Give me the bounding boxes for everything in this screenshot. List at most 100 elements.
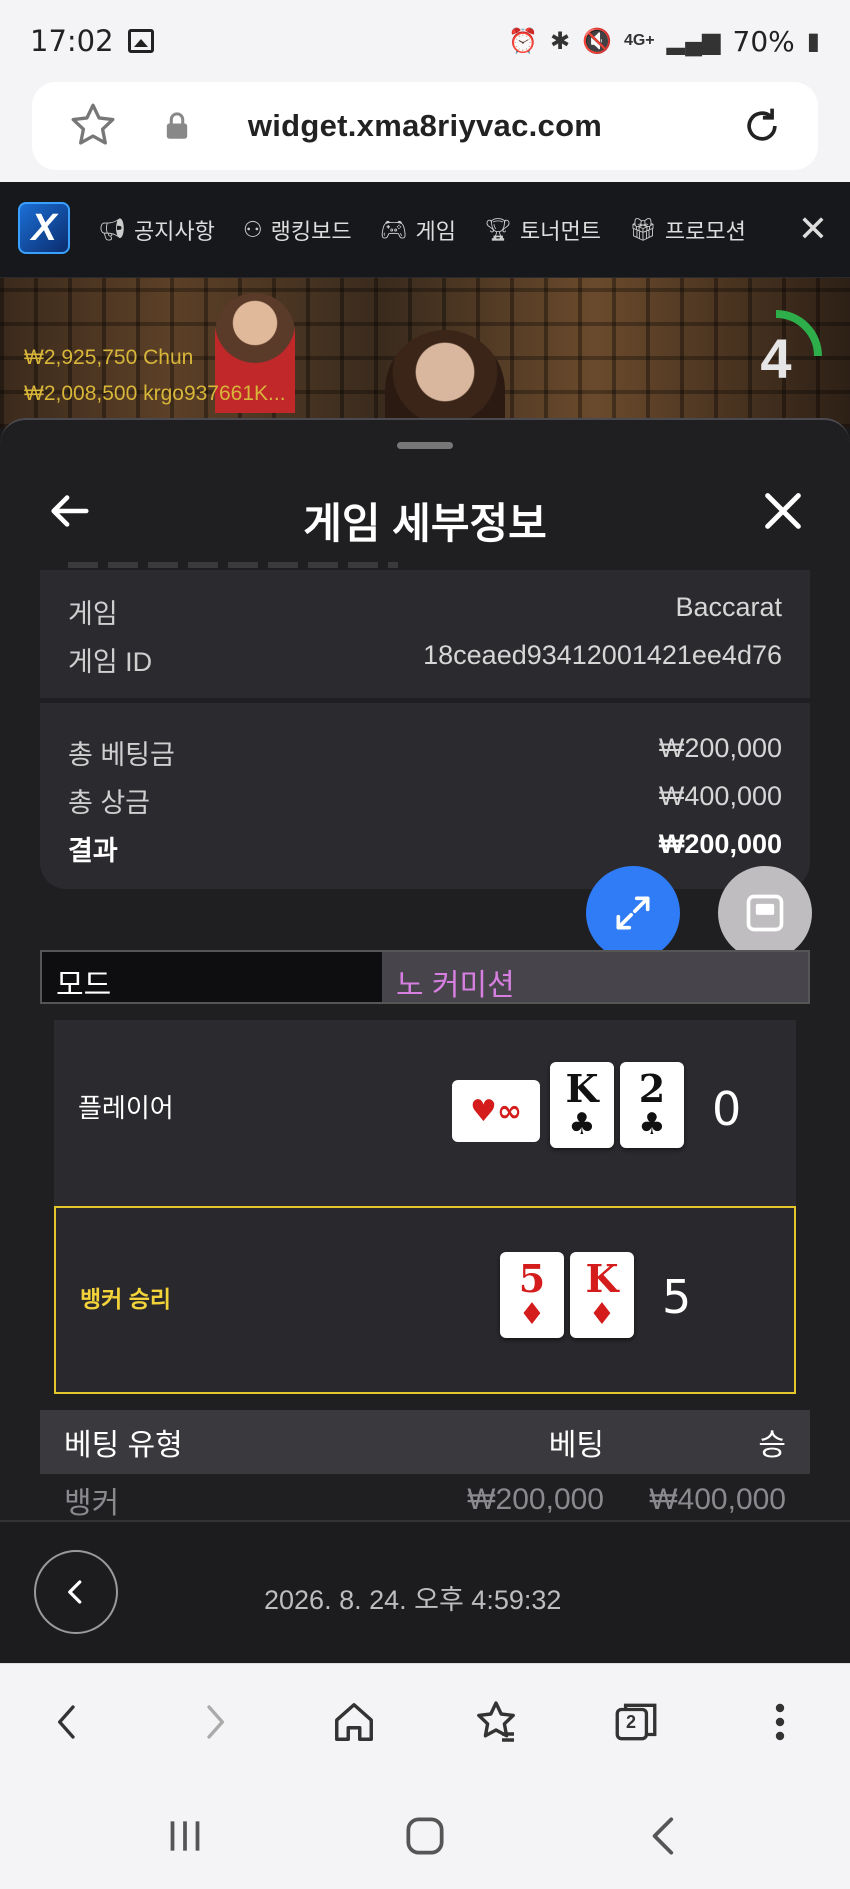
close-icon[interactable]: [760, 488, 806, 534]
pip-icon: [746, 894, 784, 932]
nav-item-label: 프로모션: [664, 219, 746, 244]
sheet-title: 게임 세부정보: [303, 500, 547, 547]
chevron-left-icon: [58, 1705, 75, 1739]
gamepad-icon: 🎮︎: [379, 217, 408, 242]
browser-home-button[interactable]: [326, 1694, 382, 1750]
mute-icon: 🔇: [582, 27, 612, 55]
card-rank: K: [565, 1066, 599, 1111]
more-vertical-icon: [775, 1703, 785, 1741]
game-details-sheet: 게임 세부정보 게임 Baccarat 게임 ID 18ceaed9341200…: [0, 418, 850, 1663]
info-label: 게임 ID: [68, 647, 153, 677]
nav-item-games[interactable]: 🎮︎ 게임: [380, 214, 456, 246]
gift-icon: 🎁︎: [628, 217, 657, 242]
summary-row-total-bet: 총 베팅금 ₩200,000: [68, 733, 782, 772]
nav-item-notice[interactable]: 📢︎ 공지사항: [98, 214, 215, 246]
battery-level: 70%: [732, 24, 795, 58]
card-rank: 2: [638, 1066, 666, 1111]
home-icon: [335, 1703, 373, 1741]
browser-forward-button[interactable]: [186, 1694, 242, 1750]
winner-amount: ₩2,925,750: [24, 346, 138, 369]
sheet-footer: 2026. 8. 24. 오후 4:59:32: [0, 1520, 850, 1663]
winner-amount: ₩2,008,500: [24, 382, 138, 405]
game-info-card: 게임 Baccarat 게임 ID 18ceaed93412001421ee4d…: [40, 562, 810, 698]
trophy-icon: 🏆︎: [484, 217, 512, 242]
nav-item-label: 토너먼트: [519, 219, 601, 244]
summary-label: 결과: [68, 836, 118, 866]
live-video: ₩2,925,750 Chun ₩2,008,500 krgo937661K..…: [0, 278, 850, 428]
nav-item-label: 랭킹보드: [270, 219, 352, 244]
site-logo[interactable]: X: [18, 202, 70, 254]
sheet-drag-handle[interactable]: [397, 442, 453, 449]
column-header-bet-type: 베팅 유형: [64, 1429, 183, 1462]
countdown-number: 4: [760, 327, 792, 390]
banker-hand: 뱅커 승리 5 ♦ K ♦ 5: [54, 1206, 796, 1394]
browser-menu-button[interactable]: [752, 1694, 808, 1750]
chevron-right-icon: [207, 1705, 224, 1739]
home-nav-icon[interactable]: [400, 1811, 450, 1861]
banker-score: 5: [662, 1270, 692, 1324]
playing-card: 5 ♦: [500, 1252, 564, 1338]
bets-table-header: 베팅 유형 베팅 승: [40, 1410, 810, 1474]
card-rank: K: [585, 1256, 619, 1301]
alarm-icon: ⏰: [508, 27, 538, 55]
tab-count: 2: [626, 1712, 637, 1732]
url-text[interactable]: widget.xma8riyvac.com: [32, 108, 818, 144]
expand-button[interactable]: [586, 866, 680, 960]
scrolled-row-remnant: [68, 562, 398, 568]
browser-address-area: widget.xma8riyvac.com: [0, 82, 850, 182]
back-nav-icon[interactable]: [640, 1811, 690, 1861]
summary-row-total-win: 총 상금 ₩400,000: [68, 781, 782, 820]
browser-bookmarks-button[interactable]: [468, 1694, 524, 1750]
bets-table: 베팅 유형 베팅 승 뱅커 ₩200,000 ₩400,000: [40, 1410, 810, 1526]
network-label: 4G+: [623, 32, 655, 49]
info-value: 18ceaed93412001421ee4d76: [423, 640, 782, 670]
column-header-bet: 베팅: [548, 1429, 604, 1462]
nav-close-icon[interactable]: ✕: [798, 208, 828, 250]
card-suit-icon: ♦: [588, 1297, 616, 1332]
card-suit-icon: ♣: [568, 1107, 596, 1142]
chevron-left-icon: [68, 1580, 82, 1604]
win-amount-cell: ₩400,000: [649, 1483, 786, 1516]
info-row-game: 게임 Baccarat: [68, 592, 782, 631]
bet-summary-card: 총 베팅금 ₩200,000 총 상금 ₩400,000 결과 ₩200,000: [40, 703, 810, 889]
gallery-icon: [127, 29, 154, 53]
browser-back-button[interactable]: [40, 1694, 96, 1750]
card-rank: 5: [518, 1256, 546, 1301]
winner-entry: ₩2,008,500 krgo937661K...: [24, 382, 286, 406]
nav-items: 📢︎ 공지사항 ⚇ 랭킹보드 🎮︎ 게임 🏆︎ 토너먼트 🎁︎ 프로모션: [98, 182, 758, 278]
playing-card: K ♦: [570, 1252, 634, 1338]
lightning-card: ♥∞: [452, 1080, 540, 1142]
info-row-game-id: 게임 ID 18ceaed93412001421ee4d76: [68, 640, 782, 679]
nav-item-tournament[interactable]: 🏆︎ 토너먼트: [484, 214, 601, 246]
users-icon: ⚇: [242, 217, 263, 242]
winner-name: Chun: [143, 346, 194, 369]
table-row: 뱅커 ₩200,000 ₩400,000: [40, 1474, 810, 1526]
column-header-win: 승: [758, 1429, 786, 1462]
info-label: 게임: [68, 599, 118, 629]
reload-icon[interactable]: [740, 104, 784, 148]
playing-card: 2 ♣: [620, 1062, 684, 1148]
nav-item-ranking[interactable]: ⚇ 랭킹보드: [243, 214, 352, 246]
round-timestamp: 2026. 8. 24. 오후 4:59:32: [264, 1585, 562, 1615]
summary-label: 총 베팅금: [68, 740, 175, 770]
picture-in-picture-button[interactable]: [718, 866, 812, 960]
previous-round-button[interactable]: [34, 1550, 118, 1634]
nav-item-label: 공지사항: [133, 219, 215, 244]
player-score: 0: [712, 1082, 742, 1136]
summary-value: ₩200,000: [658, 733, 782, 763]
card-suit-icon: ♣: [638, 1107, 666, 1142]
system-navigation-bar: [0, 1779, 850, 1889]
site-nav: X 📢︎ 공지사항 ⚇ 랭킹보드 🎮︎ 게임 🏆︎ 토너먼트 🎁︎ 프로모션 ✕: [0, 182, 850, 278]
bet-type-cell: 뱅커: [64, 1487, 120, 1520]
battery-icon: ▮: [806, 27, 820, 55]
address-bar[interactable]: widget.xma8riyvac.com: [32, 82, 818, 170]
bet-amount-cell: ₩200,000: [467, 1483, 604, 1516]
card-suit-icon: ♦: [518, 1297, 546, 1332]
nav-item-promotion[interactable]: 🎁︎ 프로모션: [629, 214, 746, 246]
status-bar: 17:02 ⏰ ✱ 🔇 4G+ ▂▄▆ 70% ▮: [0, 0, 850, 82]
signal-icon: ▂▄▆: [666, 27, 721, 55]
browser-toolbar: 2: [0, 1663, 850, 1779]
info-value: Baccarat: [675, 592, 782, 622]
browser-tabs-button[interactable]: 2: [608, 1694, 664, 1750]
recent-apps-icon[interactable]: [160, 1811, 210, 1861]
